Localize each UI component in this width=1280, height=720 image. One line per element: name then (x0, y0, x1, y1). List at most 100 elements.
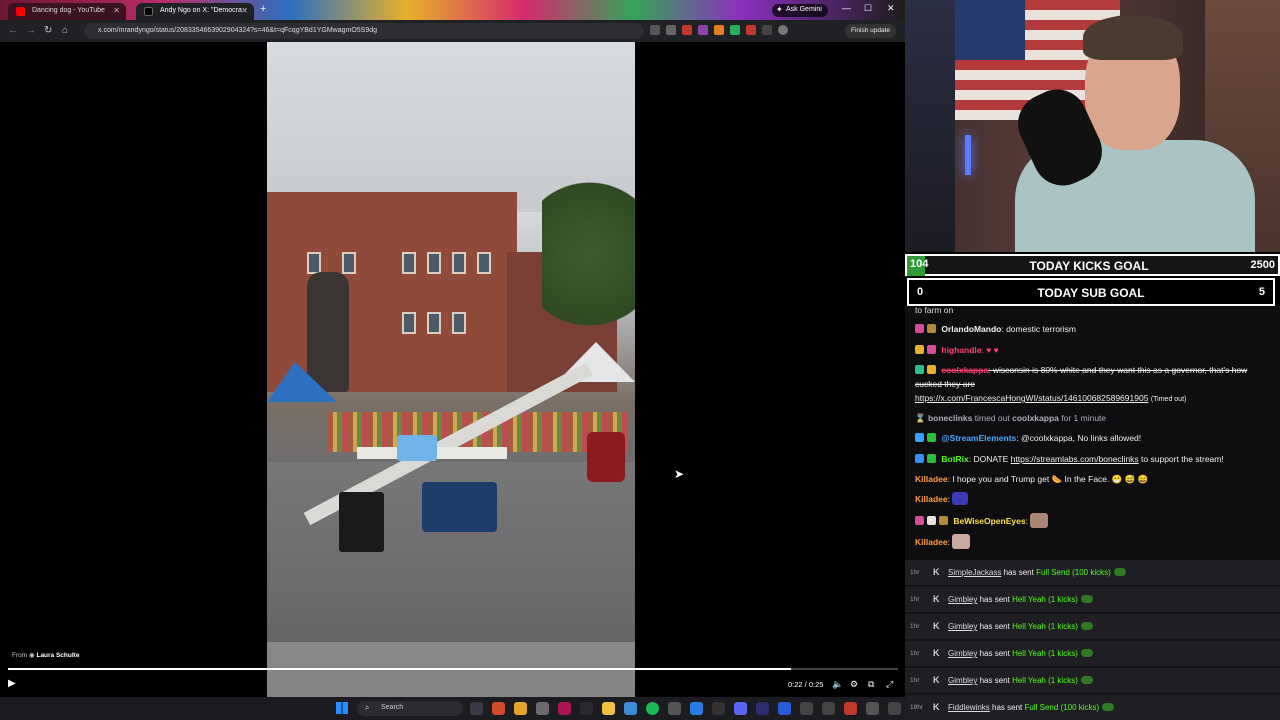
extensions-puzzle-icon[interactable] (762, 25, 772, 35)
video-player[interactable]: From ◉ Laura Schulte ▶ 0:22 / 0:25 🔈 ⚙ ⧉… (0, 42, 905, 697)
chat-cut-line: to farm on (915, 306, 954, 315)
youtube-icon (16, 7, 25, 16)
taskbar-search[interactable]: ⌕ Search (357, 701, 463, 716)
close-tab-icon[interactable]: ✕ (241, 6, 248, 15)
discord-icon[interactable] (734, 702, 747, 715)
volume-icon[interactable]: 🔈 (832, 679, 843, 690)
app-icon[interactable] (712, 702, 725, 715)
app-icon[interactable] (558, 702, 571, 715)
mouse-cursor-icon: ➤ (674, 467, 685, 481)
kicks-goal-bar: TODAY KICKS GOAL 104 2500 (905, 254, 1280, 276)
profile-avatar-icon[interactable] (778, 25, 788, 35)
sub-goal-target: 5 (1258, 286, 1265, 298)
video-chair (587, 432, 625, 482)
windows-start-icon[interactable] (336, 702, 348, 714)
app-icon[interactable] (536, 702, 549, 715)
kick-event-row: 1hr K Gimbley has sent Hell Yeah (1 kicks) (905, 641, 1280, 667)
ask-gemini-button[interactable]: Ask Gemini (772, 4, 828, 17)
chat-message: BotRix: DONATE https://streamlabs.com/bo… (915, 452, 1275, 466)
chat-link[interactable]: https://streamlabs.com/boneclinks (1011, 454, 1139, 464)
reload-icon[interactable]: ↻ (44, 25, 52, 36)
video-author[interactable]: Laura Schulte (36, 652, 79, 659)
bookmark-star-icon[interactable] (666, 25, 676, 35)
extension-icon[interactable] (698, 25, 708, 35)
extension-icon[interactable] (730, 25, 740, 35)
home-icon[interactable]: ⌂ (62, 25, 68, 36)
app-icon[interactable] (668, 702, 681, 715)
webcam-person-hair (1083, 15, 1183, 60)
kick-event-age: 1hr (910, 623, 920, 630)
chat-username[interactable]: Killadee (915, 537, 948, 547)
close-window-button[interactable]: ✕ (887, 3, 895, 14)
kick-event-user[interactable]: Gimbley (948, 649, 977, 658)
finish-update-button[interactable]: Finish update (845, 24, 897, 38)
video-fist-sculpture (307, 272, 349, 392)
video-frame[interactable] (267, 42, 635, 697)
app-icon[interactable] (800, 702, 813, 715)
chat-username[interactable]: @StreamElements (941, 433, 1016, 443)
kick-logo-icon: K (933, 594, 940, 604)
app-icon[interactable] (888, 702, 901, 715)
kick-event-user[interactable]: SimpleJackass (948, 568, 1001, 577)
sub-goal-current: 0 (917, 286, 924, 298)
app-icon[interactable] (844, 702, 857, 715)
minimize-button[interactable]: — (842, 3, 851, 13)
address-toolbar: ← → ↻ ⌂ x.com/mrandyngo/status/208335466… (0, 20, 905, 42)
badge-icon (927, 324, 936, 333)
kick-event-user[interactable]: Fiddlewinks (948, 703, 990, 712)
back-icon[interactable]: ← (8, 25, 18, 36)
maximize-button[interactable]: ☐ (864, 3, 872, 14)
chat-username[interactable]: Killadee (915, 494, 948, 504)
cast-icon[interactable] (650, 25, 660, 35)
chrome-icon[interactable] (514, 702, 527, 715)
url-field[interactable]: x.com/mrandyngo/status/20833546639029043… (84, 23, 644, 39)
kick-event-text: Gimbley has sent Hell Yeah (1 kicks) (948, 676, 1093, 685)
extension-icon[interactable] (714, 25, 724, 35)
extension-icon[interactable] (746, 25, 756, 35)
video-progress-bar[interactable] (8, 668, 898, 670)
app-icon[interactable] (492, 702, 505, 715)
chat-message: Killadee: (915, 534, 1275, 549)
close-tab-icon[interactable]: ✕ (113, 6, 120, 15)
moderator-name[interactable]: boneclinks (928, 413, 972, 423)
app-icon[interactable] (580, 702, 593, 715)
app-icon[interactable] (866, 702, 879, 715)
url-text: x.com/mrandyngo/status/20833546639029043… (98, 27, 378, 34)
chat-message: Killadee: (915, 492, 1275, 506)
extension-icon[interactable] (682, 25, 692, 35)
chat-username[interactable]: OrlandoMando (941, 324, 1001, 334)
kicks-goal-target: 2500 (1250, 259, 1275, 271)
video-cooler (422, 482, 497, 532)
kick-event-user[interactable]: Gimbley (948, 676, 977, 685)
fullscreen-icon[interactable]: ⤢ (886, 679, 893, 690)
app-icon[interactable] (778, 702, 791, 715)
tab-x-post[interactable]: Andy Ngo on X: "Democra ✕ (136, 3, 254, 20)
spotify-icon[interactable] (646, 702, 659, 715)
app-icon[interactable] (624, 702, 637, 715)
kick-event-text: Gimbley has sent Hell Yeah (1 kicks) (948, 649, 1093, 658)
timed-out-user[interactable]: coolxkappa (1012, 413, 1059, 423)
gear-icon[interactable]: ⚙ (850, 679, 858, 690)
play-icon[interactable]: ▶ (8, 678, 16, 689)
chat-panel[interactable]: to farm on OrlandoMando: domestic terror… (905, 306, 1280, 560)
app-icon[interactable] (690, 702, 703, 715)
file-explorer-icon[interactable] (602, 702, 615, 715)
kick-event-user[interactable]: Gimbley (948, 622, 977, 631)
emote-icon (1030, 513, 1049, 528)
kick-event-age: 1hr (910, 569, 920, 576)
app-icon[interactable] (756, 702, 769, 715)
chat-username[interactable]: Killadee (915, 474, 948, 484)
chat-username[interactable]: highandle (941, 345, 981, 355)
chat-username[interactable]: BeWiseOpenEyes (953, 516, 1025, 526)
chat-username[interactable]: coolxkappa (941, 365, 988, 375)
app-icon[interactable] (822, 702, 835, 715)
kick-event-user[interactable]: Gimbley (948, 595, 977, 604)
task-view-icon[interactable] (470, 702, 483, 715)
forward-icon[interactable]: → (26, 25, 36, 36)
pip-icon[interactable]: ⧉ (868, 679, 874, 690)
chat-link[interactable]: https://x.com/FrancescaHongWI/status/146… (915, 393, 1148, 403)
chat-username[interactable]: BotRix (941, 454, 968, 464)
sub-goal-bar: TODAY SUB GOAL 0 5 (907, 278, 1275, 306)
new-tab-button[interactable]: + (260, 3, 266, 15)
tab-youtube[interactable]: Dancing dog - YouTube ✕ (8, 3, 126, 20)
